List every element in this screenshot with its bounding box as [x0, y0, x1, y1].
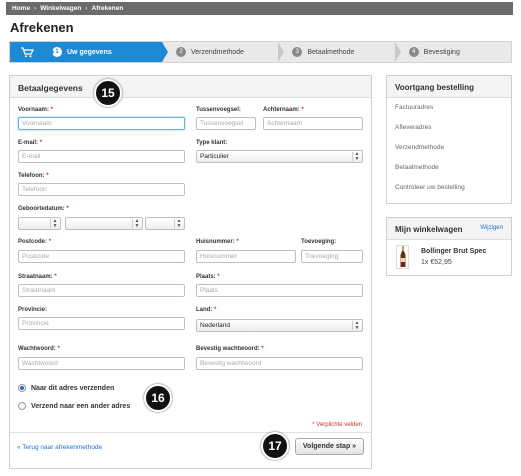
step-betaalmethode: 3 Betaalmethode — [278, 42, 401, 62]
email-input[interactable]: E-mail — [18, 150, 185, 163]
step-verzendmethode: 2 Verzendmethode — [162, 42, 285, 62]
country-select[interactable]: Nederland ▲ ▼ — [196, 319, 363, 332]
radio-unchecked-icon[interactable] — [18, 402, 26, 410]
city-input[interactable]: Plaats — [196, 284, 363, 297]
birth-month-select[interactable]: ▲ ▼ — [65, 217, 143, 230]
province-label: Provincie: — [18, 307, 48, 313]
addition-input[interactable]: Toevoeging — [301, 250, 363, 263]
country-label: Land: * — [196, 307, 217, 313]
customer-type-select[interactable]: Particulier ▲ ▼ — [196, 150, 363, 163]
select-arrows-icon: ▲ ▼ — [174, 219, 183, 228]
housenumber-input[interactable]: Huisnummer — [196, 250, 296, 263]
progress-item-billing: Factuuradres — [395, 104, 434, 111]
step-label: Uw gegevens — [67, 48, 112, 56]
birthdate-label: Geboortedatum: * — [18, 206, 69, 212]
addition-label: Toevoeging: — [301, 239, 337, 245]
street-label: Straatnaam: * — [18, 274, 57, 280]
breadcrumb-home[interactable]: Home — [12, 5, 30, 12]
champagne-bottle-icon — [400, 246, 405, 267]
city-label: Plaats: * — [196, 274, 220, 280]
progress-item-shipping-address: Afleveradres — [395, 124, 432, 131]
checkout-steps: 1 Uw gegevens 2 Verzendmethode 3 Betaalm… — [9, 41, 512, 63]
breadcrumb-checkout: Afrekenen — [91, 5, 124, 12]
prefix-input[interactable]: Tussenvoegsel — [196, 117, 256, 130]
ship-same-address-option[interactable]: Naar dit adres verzenden — [18, 384, 114, 392]
cart-item: Bollinger Brut Spec 1x €52,95 — [387, 240, 511, 276]
order-progress-box: Voortgang bestelling Factuuradres Afleve… — [386, 75, 512, 204]
postcode-label: Postcode: * — [18, 239, 52, 245]
breadcrumb-separator: › — [85, 5, 88, 12]
step-label: Verzendmethode — [191, 48, 244, 56]
select-arrows-icon: ▲ ▼ — [352, 152, 361, 161]
cart-item-price: 1x €52,95 — [421, 259, 452, 266]
select-arrows-icon: ▲ ▼ — [352, 321, 361, 330]
breadcrumb-cart[interactable]: Winkelwagen — [40, 5, 81, 12]
ship-other-address-label: Verzend naar een ander adres — [31, 402, 131, 410]
postcode-input[interactable]: Postcode — [18, 250, 185, 263]
breadcrumb: Home › Winkelwagen › Afrekenen — [6, 2, 513, 15]
mini-cart-box: Mijn winkelwagen Wijzigen Bollinger Brut… — [386, 217, 512, 276]
next-step-button[interactable]: Volgende stap » — [295, 438, 364, 455]
form-divider — [10, 432, 371, 433]
order-progress-title: Voortgang bestelling — [387, 76, 511, 98]
back-link[interactable]: « Terug naar afrekenmethode — [17, 444, 102, 451]
step-number: 3 — [292, 47, 303, 57]
housenumber-label: Huisnummer: * — [196, 239, 239, 245]
annotation-badge-16: 16 — [144, 384, 172, 412]
cart-item-name[interactable]: Bollinger Brut Spec — [421, 248, 486, 255]
progress-item-review: Controleer uw bestelling — [395, 184, 465, 191]
step-label: Bevestiging — [423, 48, 460, 56]
billing-form-panel: Betaalgegevens Voornaam: * Voornaam Tuss… — [9, 75, 372, 469]
step-number: 4 — [408, 47, 419, 57]
product-thumbnail — [396, 245, 409, 269]
select-arrows-icon: ▲ ▼ — [50, 219, 59, 228]
confirm-password-label: Bevestig wachtwoord: * — [196, 346, 264, 352]
breadcrumb-separator: › — [34, 5, 37, 12]
country-value: Nederland — [200, 322, 230, 329]
step-label: Betaalmethode — [307, 48, 355, 56]
birth-day-select[interactable]: ▲ ▼ — [18, 217, 61, 230]
step-number: 2 — [176, 47, 186, 57]
edit-cart-link[interactable]: Wijzigen — [480, 225, 503, 231]
street-input[interactable]: Straatnaam — [18, 284, 185, 297]
progress-item-payment-method: Betaalmethode — [395, 164, 439, 171]
ship-same-address-label: Naar dit adres verzenden — [31, 384, 115, 392]
progress-item-shipping-method: Verzendmethode — [395, 144, 445, 151]
lastname-label: Achternaam: * — [263, 107, 304, 113]
select-arrows-icon: ▲ ▼ — [132, 219, 141, 228]
password-input[interactable]: Wachtwoord — [18, 357, 185, 370]
cart-icon — [21, 46, 34, 57]
phone-input[interactable]: Telefoon — [18, 183, 185, 196]
ship-other-address-option[interactable]: Verzend naar een ander adres — [18, 402, 130, 410]
province-input[interactable]: Provincie — [18, 317, 185, 330]
step-uw-gegevens: 1 Uw gegevens — [48, 42, 168, 62]
page-title: Afrekenen — [10, 20, 74, 35]
lastname-input[interactable]: Achternaam — [263, 117, 363, 130]
radio-checked-icon[interactable] — [18, 384, 26, 392]
phone-label: Telefoon: * — [18, 173, 49, 179]
annotation-badge-17: 17 — [261, 432, 289, 460]
firstname-label: Voornaam: * — [18, 107, 53, 113]
birth-year-select[interactable]: ▲ ▼ — [145, 217, 185, 230]
step-bevestiging: 4 Bevestiging — [395, 42, 511, 62]
firstname-input[interactable]: Voornaam — [18, 117, 185, 130]
password-label: Wachtwoord: * — [18, 346, 60, 352]
required-fields-note: * Verplichte velden — [312, 422, 362, 428]
customer-type-value: Particulier — [200, 153, 229, 160]
confirm-password-input[interactable]: Bevestig wachtwoord — [196, 357, 363, 370]
panel-title: Betaalgegevens — [10, 76, 371, 98]
cart-step — [10, 42, 54, 62]
prefix-label: Tussenvoegsel: — [196, 107, 241, 113]
customer-type-label: Type klant: — [196, 140, 228, 146]
annotation-badge-15: 15 — [94, 79, 122, 107]
mini-cart-title: Mijn winkelwagen — [395, 225, 463, 234]
mini-cart-header: Mijn winkelwagen Wijzigen — [387, 218, 511, 240]
email-label: E-mail: * — [18, 140, 43, 146]
